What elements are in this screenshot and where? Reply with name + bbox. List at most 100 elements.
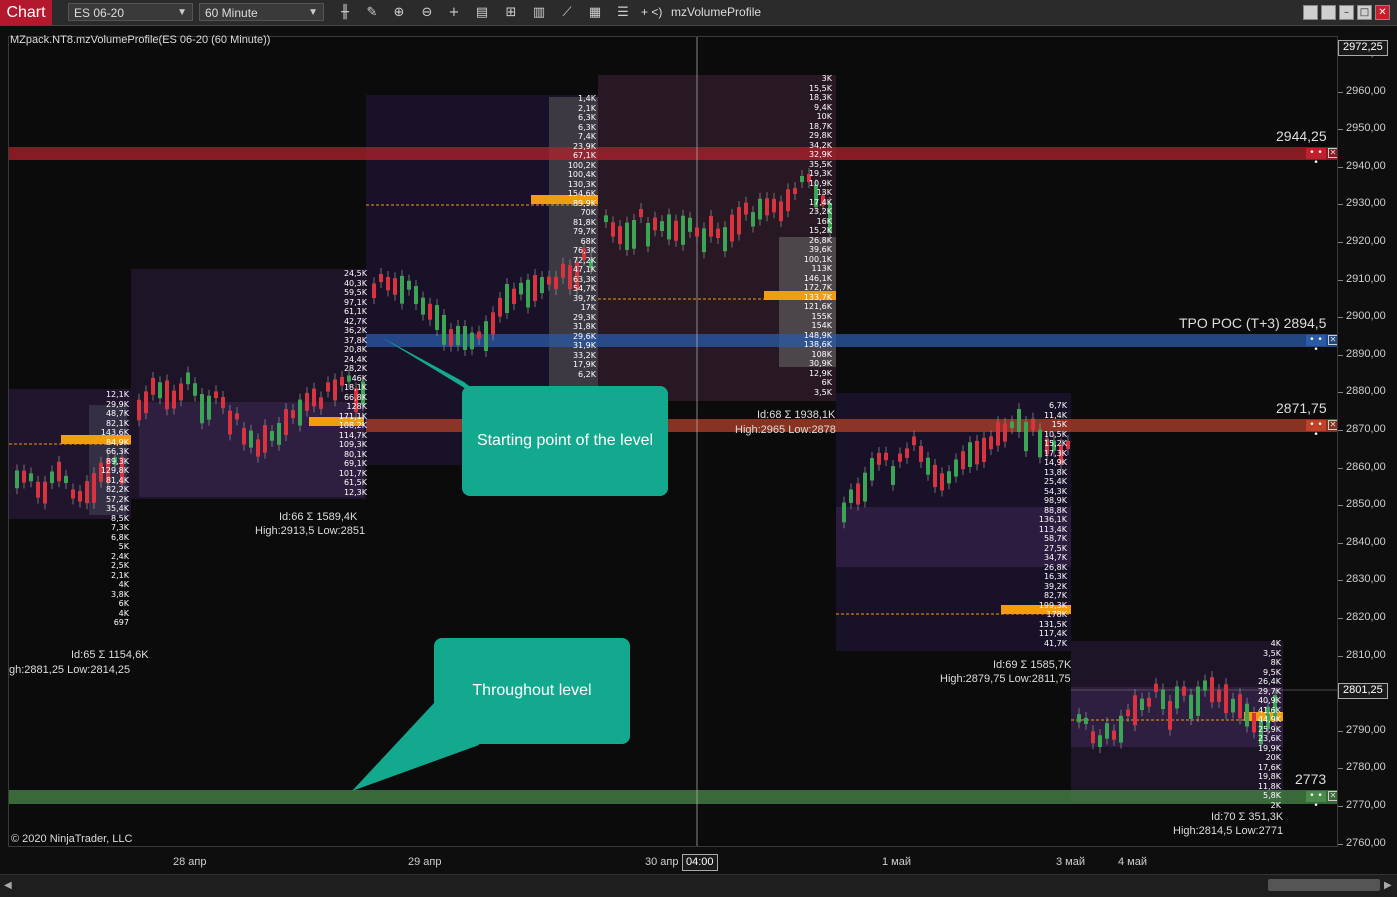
candle-body <box>1224 684 1228 714</box>
volume-value: 113,4K <box>1038 524 1067 534</box>
candle-body <box>207 395 211 420</box>
x-label: 3 май <box>1056 856 1085 868</box>
data-box-icon[interactable]: ▤ <box>473 4 491 21</box>
bars-icon[interactable]: ╫ <box>336 4 354 21</box>
candle-body <box>477 331 481 339</box>
candle-body <box>372 283 376 299</box>
candle-body <box>1175 686 1179 709</box>
candle-body <box>660 221 664 232</box>
properties-icon[interactable]: ▦ <box>586 4 604 21</box>
y-tick-label: 2820,00 <box>1346 611 1386 623</box>
profile-68-range: High:2965 Low:2878 <box>735 424 836 436</box>
time-axis[interactable]: 28 апр 29 апр 30 апр 1 май 3 май 4 май 0… <box>8 848 1338 874</box>
level-menu-button[interactable]: • • • <box>1306 420 1326 440</box>
level-2944 <box>9 147 1337 160</box>
indicator-name: mzVolumeProfile <box>671 5 762 19</box>
y-tick-label: 2780,00 <box>1346 761 1386 774</box>
volume-value: 199,3K <box>1038 600 1067 610</box>
candle-body <box>498 297 502 317</box>
zoom-in-icon[interactable]: ⊕ <box>390 4 408 21</box>
candle-body <box>646 222 650 247</box>
y-tick <box>1338 505 1343 507</box>
volume-value: 131,5K <box>1038 619 1067 629</box>
volume-value: 3,8K <box>111 589 129 599</box>
chart-style-icon[interactable]: ▥ <box>530 4 548 21</box>
crosshair-icon[interactable]: + <box>445 4 463 21</box>
volume-value: 146,1K <box>803 273 832 283</box>
candle-body <box>470 332 474 350</box>
interval-select[interactable]: 60 Minute ▼ <box>199 3 324 21</box>
volume-value: 24,4K <box>343 354 367 364</box>
volume-value: 7,3K <box>111 523 129 532</box>
candle-body <box>758 198 762 220</box>
candle-body <box>15 470 19 489</box>
nav-buttons[interactable]: + <) <box>641 4 662 21</box>
candle-body <box>940 473 944 491</box>
chart-panel[interactable]: 2944,25 TPO POC (T+3) 2894,5 2871,75 277… <box>8 36 1338 847</box>
candle-body <box>604 215 608 223</box>
volume-value: 13,8K <box>1043 467 1067 477</box>
volume-value: 10,9K <box>808 178 832 188</box>
volume-value: 143,6K <box>100 428 129 437</box>
scroll-left-icon[interactable]: ◀ <box>4 880 12 891</box>
profile-66-range: High:2913,5 Low:2851 <box>255 525 366 537</box>
volume-value: 54,3K <box>1043 486 1067 496</box>
level-menu-button[interactable]: • • • <box>1306 335 1326 355</box>
volume-value: 109,3K <box>338 440 367 449</box>
y-tick <box>1338 618 1343 619</box>
volume-value: 3,5K <box>814 387 832 397</box>
instrument-select[interactable]: ES 06-20 ▼ <box>68 3 193 21</box>
maximize-icon[interactable]: □ <box>1357 5 1372 20</box>
candle-body <box>29 473 33 482</box>
drawing-tools-icon[interactable]: ⟋ <box>558 4 576 21</box>
volume-value: 18,3K <box>808 93 832 102</box>
candle-body <box>305 392 309 411</box>
volume-value: 6K <box>118 599 129 608</box>
x-label: 1 май <box>882 856 911 868</box>
close-icon[interactable]: ✕ <box>1375 5 1390 20</box>
volume-value: 129,8K <box>100 466 129 475</box>
scroll-right-icon[interactable]: ▶ <box>1384 880 1392 891</box>
level-close-icon[interactable]: ✕ <box>1328 148 1337 158</box>
candle-body <box>71 489 75 499</box>
candle-body <box>379 274 383 283</box>
level-close-icon[interactable]: ✕ <box>1328 420 1337 430</box>
level-menu-button[interactable]: • • • <box>1306 148 1326 168</box>
volume-value: 16,3K <box>1043 572 1067 581</box>
candle-body <box>463 325 467 350</box>
candle-body <box>1003 423 1007 442</box>
candle-body <box>284 409 288 436</box>
instrument-value: ES 06-20 <box>74 6 125 20</box>
volume-value: 31,8K <box>572 322 596 331</box>
candle-body <box>428 303 432 320</box>
candle-body <box>435 305 439 330</box>
chart-canvas <box>9 37 1337 846</box>
horizontal-scrollbar[interactable]: ◀ ▶ <box>0 874 1397 897</box>
minimize-icon[interactable]: – <box>1339 5 1354 20</box>
profile-66-id: Id:66 Σ 1589,4K <box>279 511 358 523</box>
volume-value: 29,8K <box>808 131 832 140</box>
tile-icon[interactable] <box>1321 5 1336 20</box>
candle-body <box>989 436 993 450</box>
level-close-icon[interactable]: ✕ <box>1328 791 1337 801</box>
restore-icon[interactable] <box>1303 5 1318 20</box>
chart-window-tab[interactable]: Chart <box>0 0 52 25</box>
candle-body <box>144 391 148 414</box>
candle-body <box>505 283 509 313</box>
volume-value: 97,1K <box>343 297 367 307</box>
volume-value: 89,3K <box>105 456 129 466</box>
level-close-icon[interactable]: ✕ <box>1328 335 1337 345</box>
y-tick <box>1338 166 1343 168</box>
price-axis[interactable]: 2970,002960,002950,002940,002930,002920,… <box>1338 36 1397 849</box>
zoom-out-icon[interactable]: ⊖ <box>418 4 436 21</box>
strategy-icon[interactable]: ⊞ <box>502 4 520 21</box>
y-tick <box>1338 843 1343 845</box>
y-tick <box>1338 768 1343 770</box>
y-tick <box>1338 580 1343 582</box>
pencil-icon[interactable]: ✎ <box>363 4 381 21</box>
templates-icon[interactable]: ☰ <box>614 4 632 21</box>
volume-value: 18,7K <box>808 121 832 131</box>
level-menu-button[interactable]: • • • <box>1306 791 1326 811</box>
candle-body <box>263 425 267 453</box>
scrollbar-thumb[interactable] <box>1268 879 1380 891</box>
